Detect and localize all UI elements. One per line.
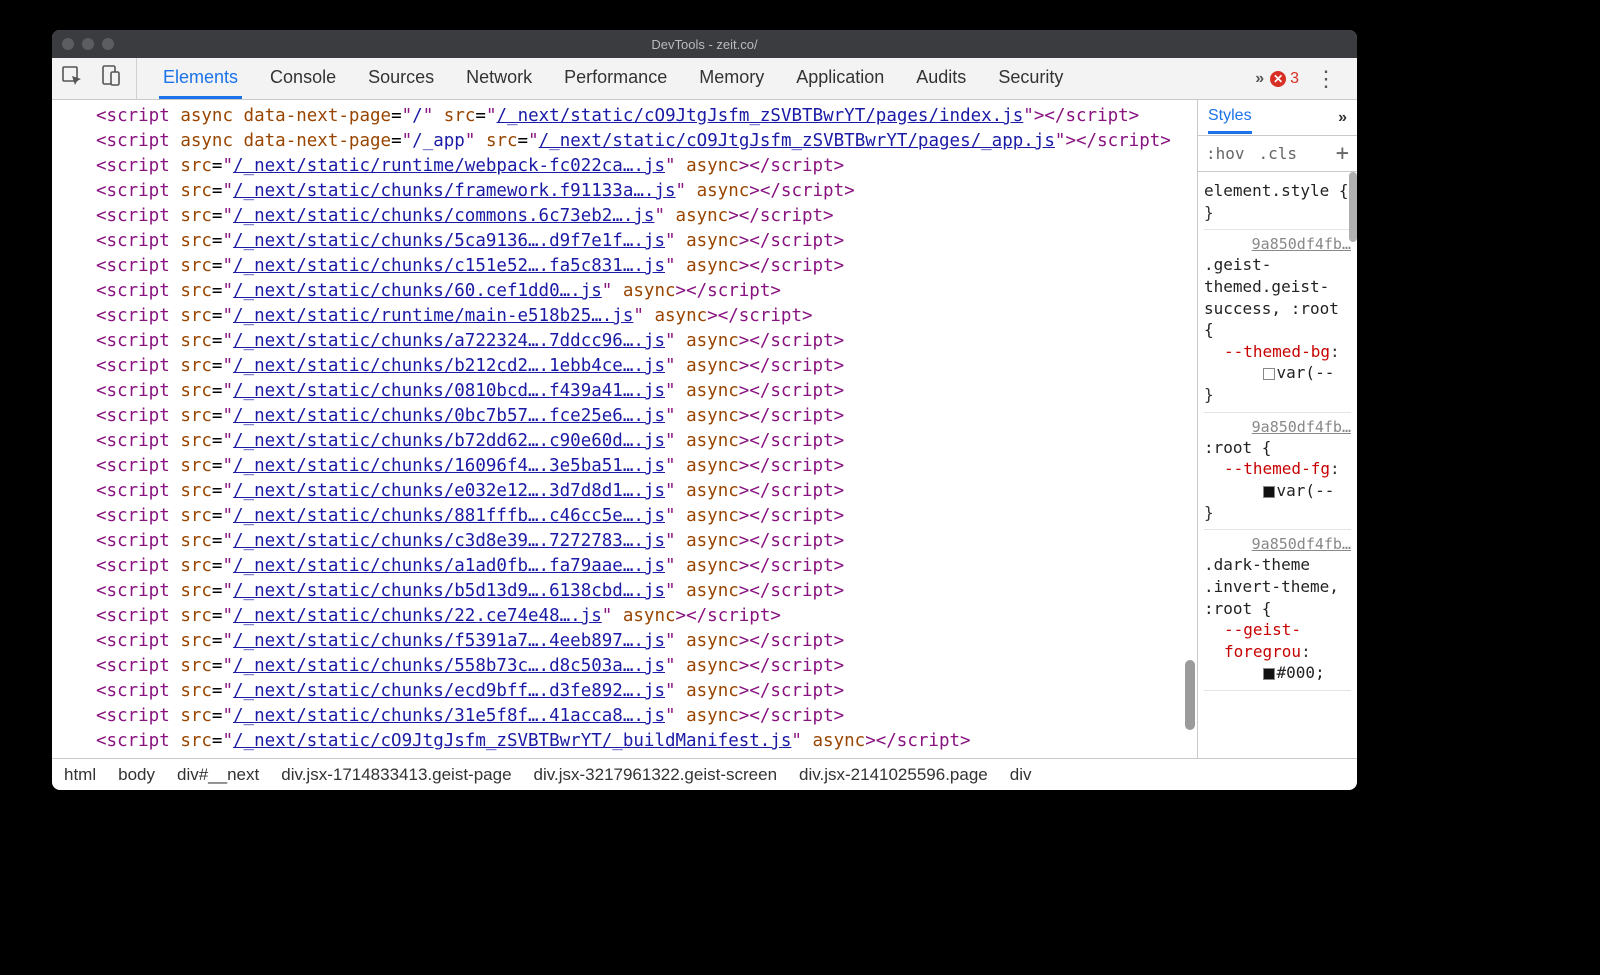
dom-node-script[interactable]: <script src="/_next/static/chunks/b5d13d… (96, 579, 1197, 604)
breadcrumb-item[interactable]: div.jsx-3217961322.geist-screen (534, 765, 778, 785)
breadcrumb-item[interactable]: div (1010, 765, 1032, 785)
dom-node-script[interactable]: <script src="/_next/static/chunks/a72232… (96, 329, 1197, 354)
dom-node-script[interactable]: <script src="/_next/static/cO9JtgJsfm_zS… (96, 729, 1197, 754)
style-rule[interactable]: element.style {} (1204, 176, 1351, 230)
dom-node-script[interactable]: <script async data-next-page="/" src="/_… (96, 104, 1197, 129)
panel-tabs: Elements Console Sources Network Performance… (137, 58, 1255, 99)
rule-source-link[interactable]: 9a850df4fb… (1252, 234, 1351, 254)
elements-tree[interactable]: <script async data-next-page="/" src="/_… (52, 100, 1197, 758)
breadcrumb-item[interactable]: div#__next (177, 765, 259, 785)
tab-memory[interactable]: Memory (695, 58, 768, 99)
rule-source-link[interactable]: 9a850df4fb… (1252, 417, 1351, 437)
dom-node-script[interactable]: <script async data-next-page="/_app" src… (96, 129, 1197, 154)
cls-toggle[interactable]: .cls (1259, 144, 1298, 163)
error-icon: ✕ (1270, 71, 1286, 87)
style-rule[interactable]: 9a850df4fb…:root {--themed-fg: var(--} (1204, 413, 1351, 531)
tab-elements[interactable]: Elements (159, 58, 242, 99)
dom-node-script[interactable]: <script src="/_next/static/chunks/common… (96, 204, 1197, 229)
breadcrumb-item[interactable]: div.jsx-1714833413.geist-page (281, 765, 511, 785)
dom-node-script[interactable]: <script src="/_next/static/chunks/c3d8e3… (96, 529, 1197, 554)
mac-titlebar: DevTools - zeit.co/ (52, 30, 1357, 58)
color-swatch[interactable] (1263, 668, 1275, 680)
more-tabs-icon[interactable]: » (1255, 70, 1264, 88)
dom-node-script[interactable]: <script src="/_next/static/runtime/main-… (96, 304, 1197, 329)
devtools-window: DevTools - zeit.co/ Elements Console Sourc… (52, 30, 1357, 790)
dom-node-script[interactable]: <script src="/_next/static/chunks/a1ad0f… (96, 554, 1197, 579)
dom-node-script[interactable]: <script src="/_next/static/chunks/558b73… (96, 654, 1197, 679)
tab-application[interactable]: Application (792, 58, 888, 99)
dom-node-script[interactable]: <script src="/_next/static/chunks/0810bc… (96, 379, 1197, 404)
dom-node-script[interactable]: <script src="/_next/static/chunks/f5391a… (96, 629, 1197, 654)
style-rule[interactable]: 9a850df4fb….dark-theme .invert-theme, :r… (1204, 530, 1351, 691)
dom-node-script[interactable]: <script src="/_next/static/chunks/b72dd6… (96, 429, 1197, 454)
elements-scrollbar[interactable] (1185, 660, 1195, 730)
rule-source-link[interactable]: 9a850df4fb… (1252, 534, 1351, 554)
dom-node-script[interactable]: <script src="/_next/static/runtime/webpa… (96, 154, 1197, 179)
color-swatch[interactable] (1263, 368, 1275, 380)
dom-breadcrumb[interactable]: html body div#__next div.jsx-1714833413.gei… (52, 758, 1357, 790)
dom-node-script[interactable]: <script src="/_next/static/chunks/31e5f8… (96, 704, 1197, 729)
error-counter[interactable]: ✕ 3 (1270, 70, 1299, 88)
breadcrumb-item[interactable]: div.jsx-2141025596.page (799, 765, 988, 785)
dom-node-script[interactable]: <script src="/_next/static/chunks/framew… (96, 179, 1197, 204)
tab-console[interactable]: Console (266, 58, 340, 99)
dom-node-script[interactable]: <script src="/_next/static/chunks/16096f… (96, 454, 1197, 479)
dom-node-script[interactable]: <script src="/_next/static/chunks/22.ce7… (96, 604, 1197, 629)
dom-node-script[interactable]: <script src="/_next/static/chunks/0bc7b5… (96, 404, 1197, 429)
dom-node-script[interactable]: <script src="/_next/static/chunks/e032e1… (96, 479, 1197, 504)
more-subtabs-icon[interactable]: » (1338, 109, 1347, 127)
dom-node-script[interactable]: <script src="/_next/static/chunks/ecd9bf… (96, 679, 1197, 704)
tab-sources[interactable]: Sources (364, 58, 438, 99)
styles-toolbar: :hov .cls + (1198, 136, 1357, 172)
tab-security[interactable]: Security (994, 58, 1067, 99)
dom-node-script[interactable]: <script src="/_next/static/chunks/881fff… (96, 504, 1197, 529)
tab-network[interactable]: Network (462, 58, 536, 99)
color-swatch[interactable] (1263, 486, 1275, 498)
breadcrumb-item[interactable]: html (64, 765, 96, 785)
style-rules[interactable]: element.style {}9a850df4fb….geist-themed… (1198, 172, 1357, 758)
main-toolbar: Elements Console Sources Network Performance… (52, 58, 1357, 100)
dom-node-script[interactable]: <script src="/_next/static/chunks/b212cd… (96, 354, 1197, 379)
error-count: 3 (1290, 70, 1299, 88)
tab-audits[interactable]: Audits (912, 58, 970, 99)
dom-node-script[interactable]: <script src="/_next/static/chunks/60.cef… (96, 279, 1197, 304)
settings-menu-icon[interactable]: ⋮ (1309, 66, 1343, 92)
window-title: DevTools - zeit.co/ (52, 37, 1357, 52)
styles-subtabs: Styles » (1198, 100, 1357, 136)
device-toolbar-icon[interactable] (98, 64, 122, 93)
new-style-rule-icon[interactable]: + (1336, 141, 1349, 166)
styles-panel: Styles » :hov .cls + element.style {}9a8… (1197, 100, 1357, 758)
breadcrumb-item[interactable]: body (118, 765, 155, 785)
tab-performance[interactable]: Performance (560, 58, 671, 99)
inspect-element-icon[interactable] (60, 64, 84, 93)
hov-toggle[interactable]: :hov (1206, 144, 1245, 163)
styles-tab[interactable]: Styles (1208, 101, 1252, 134)
styles-scrollbar[interactable] (1349, 172, 1357, 242)
dom-node-script[interactable]: <script src="/_next/static/chunks/c151e5… (96, 254, 1197, 279)
dom-node-script[interactable]: <script src="/_next/static/chunks/5ca913… (96, 229, 1197, 254)
style-rule[interactable]: 9a850df4fb….geist-themed.geist-success, … (1204, 230, 1351, 412)
